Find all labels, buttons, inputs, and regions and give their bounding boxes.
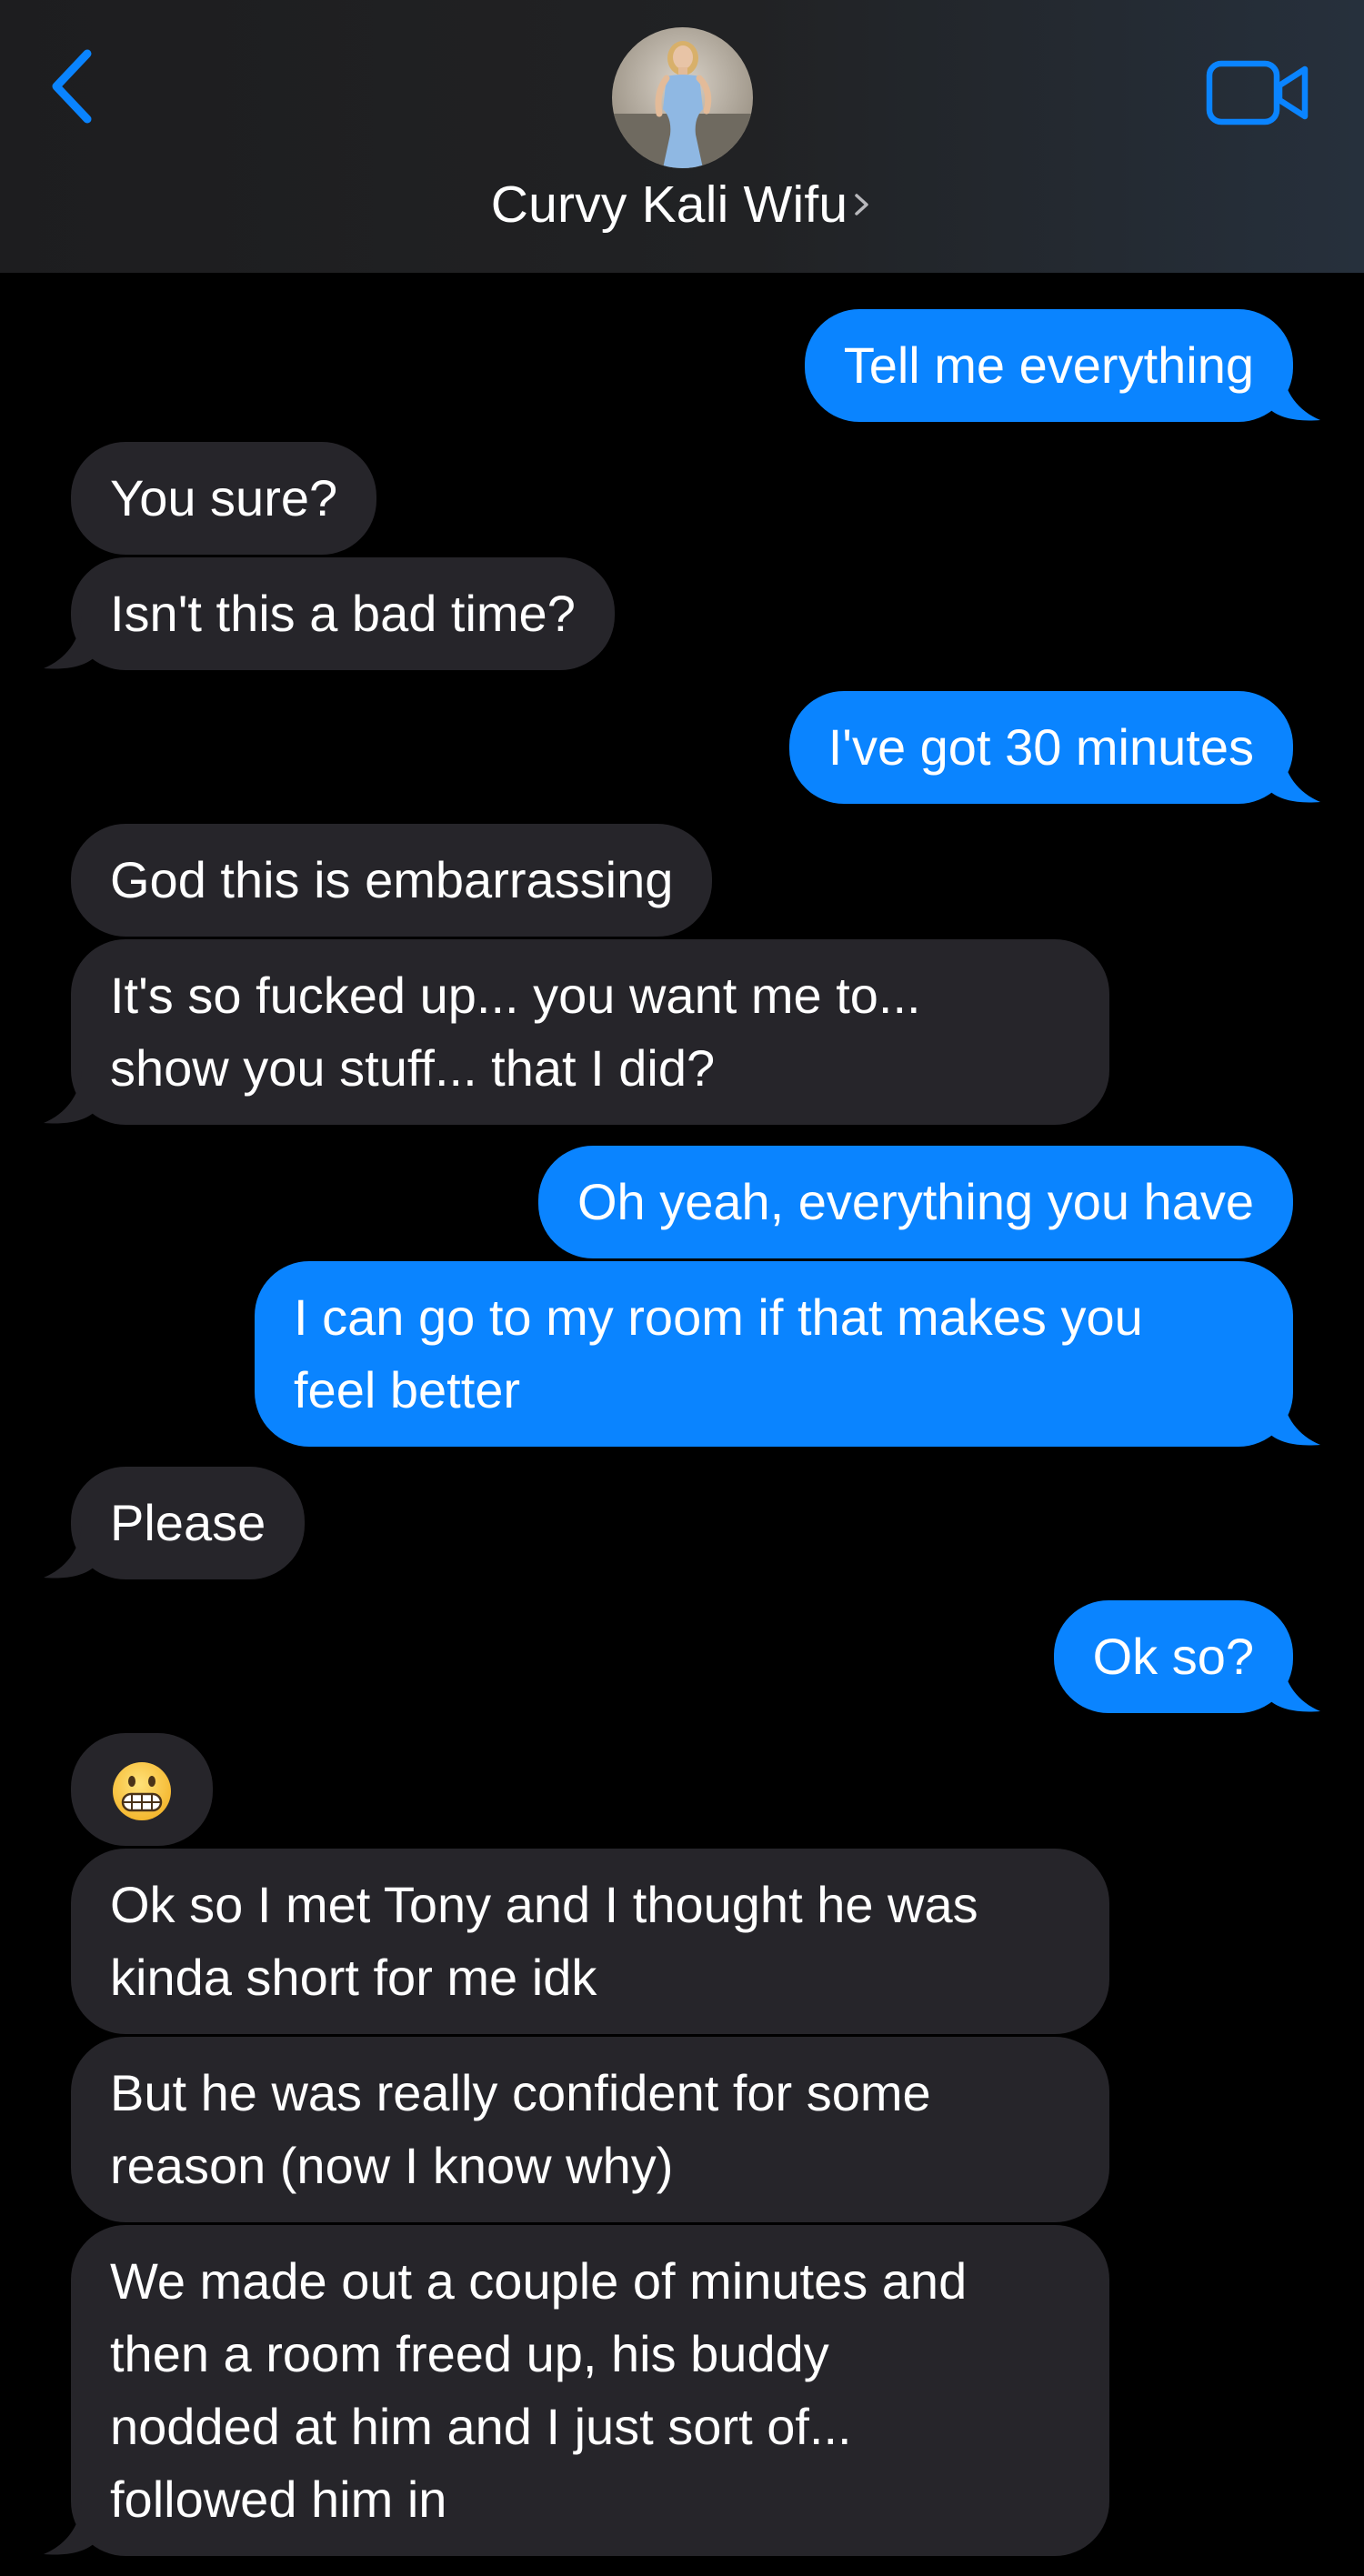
message-text-line: But he was really confident for some [110, 2064, 931, 2121]
conversation-header: Curvy Kali Wifu [0, 0, 1364, 273]
message-text-line: It's so fucked up... you want me to... [110, 967, 921, 1024]
outgoing-message-bubble[interactable]: Oh yeah, everything you have [537, 1146, 1293, 1258]
incoming-message-bubble[interactable]: It's so fucked up... you want me to... s… [71, 939, 1109, 1125]
outgoing-message-bubble[interactable]: Tell me everything [804, 309, 1293, 422]
incoming-bubble-tail [44, 2501, 95, 2556]
incoming-message-bubble[interactable]: Ok so I met Tony and I thought he was ki… [71, 1849, 1109, 2034]
incoming-message-bubble[interactable]: Please [71, 1467, 306, 1579]
message-text-line: show you stuff... that I did? [110, 1039, 716, 1097]
message-text: Please [110, 1494, 266, 1551]
incoming-message-bubble[interactable]: Isn't this a bad time? [71, 557, 615, 670]
message-text: Ok so? [1092, 1628, 1254, 1685]
chevron-left-icon [52, 49, 92, 124]
video-camera-icon [1206, 60, 1309, 125]
incoming-bubble-tail [44, 616, 95, 670]
message-text: I've got 30 minutes [827, 718, 1254, 776]
message-text: Oh yeah, everything you have [577, 1173, 1254, 1230]
incoming-message-bubble[interactable]: We made out a couple of minutes and then… [71, 2225, 1109, 2556]
video-call-button[interactable] [1205, 56, 1314, 129]
message-text-line: then a room freed up, his buddy [110, 2325, 829, 2382]
chevron-right-icon [851, 186, 873, 223]
avatar-image [612, 27, 753, 168]
message-thread[interactable]: Tell me everything You sure? Isn't this … [0, 273, 1364, 2576]
incoming-message-bubble[interactable]: God this is embarrassing [71, 824, 713, 937]
outgoing-bubble-tail [1269, 367, 1320, 422]
outgoing-bubble-tail [1269, 1392, 1320, 1447]
message-text-line: reason (now I know why) [110, 2137, 674, 2194]
back-button[interactable] [36, 41, 109, 132]
incoming-message-bubble[interactable] [71, 1733, 213, 1846]
outgoing-message-bubble[interactable]: Ok so? [1053, 1600, 1293, 1713]
outgoing-bubble-tail [1269, 749, 1320, 804]
incoming-message-bubble[interactable]: But he was really confident for some rea… [71, 2037, 1109, 2222]
contact-avatar[interactable] [612, 27, 753, 168]
message-text-line: We made out a couple of minutes and [110, 2252, 968, 2310]
message-text: Isn't this a bad time? [110, 585, 576, 642]
message-text-line: Ok so I met Tony and I thought he was [110, 1876, 978, 1933]
message-text: God this is embarrassing [110, 851, 674, 908]
incoming-bubble-tail [44, 1070, 95, 1125]
grimacing-face-emoji [110, 1759, 174, 1823]
message-text: You sure? [110, 469, 338, 526]
incoming-bubble-tail [44, 1525, 95, 1579]
message-text-line: nodded at him and I just sort of... [110, 2398, 852, 2455]
outgoing-bubble-tail [1269, 1659, 1320, 1713]
message-text-line: I can go to my room if that makes you [294, 1288, 1143, 1346]
contact-name: Curvy Kali Wifu [490, 175, 848, 234]
message-text: Tell me everything [843, 336, 1254, 394]
outgoing-message-bubble[interactable]: I've got 30 minutes [788, 691, 1293, 804]
message-text-line: followed him in [110, 2471, 447, 2528]
incoming-message-bubble[interactable]: You sure? [71, 442, 377, 555]
contact-name-button[interactable]: Curvy Kali Wifu [0, 173, 1364, 236]
message-text-line: feel better [294, 1361, 521, 1418]
outgoing-message-bubble[interactable]: I can go to my room if that makes you fe… [255, 1261, 1293, 1447]
message-text-line: kinda short for me idk [110, 1949, 597, 2006]
